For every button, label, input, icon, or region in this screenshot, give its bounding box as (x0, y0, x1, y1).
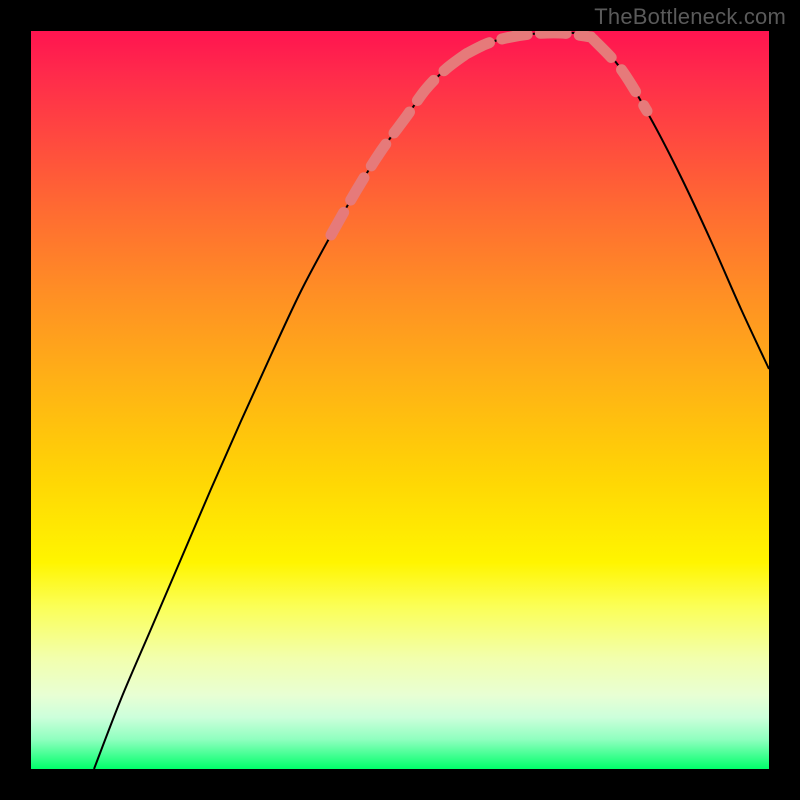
chart-container: TheBottleneck.com (0, 0, 800, 800)
main-curve (94, 33, 769, 769)
plot-area (31, 31, 769, 769)
highlight-left (331, 54, 466, 235)
watermark-text: TheBottleneck.com (594, 4, 786, 30)
highlight-bottom (466, 33, 591, 54)
curve-svg (31, 31, 769, 769)
highlight-right (593, 39, 647, 111)
